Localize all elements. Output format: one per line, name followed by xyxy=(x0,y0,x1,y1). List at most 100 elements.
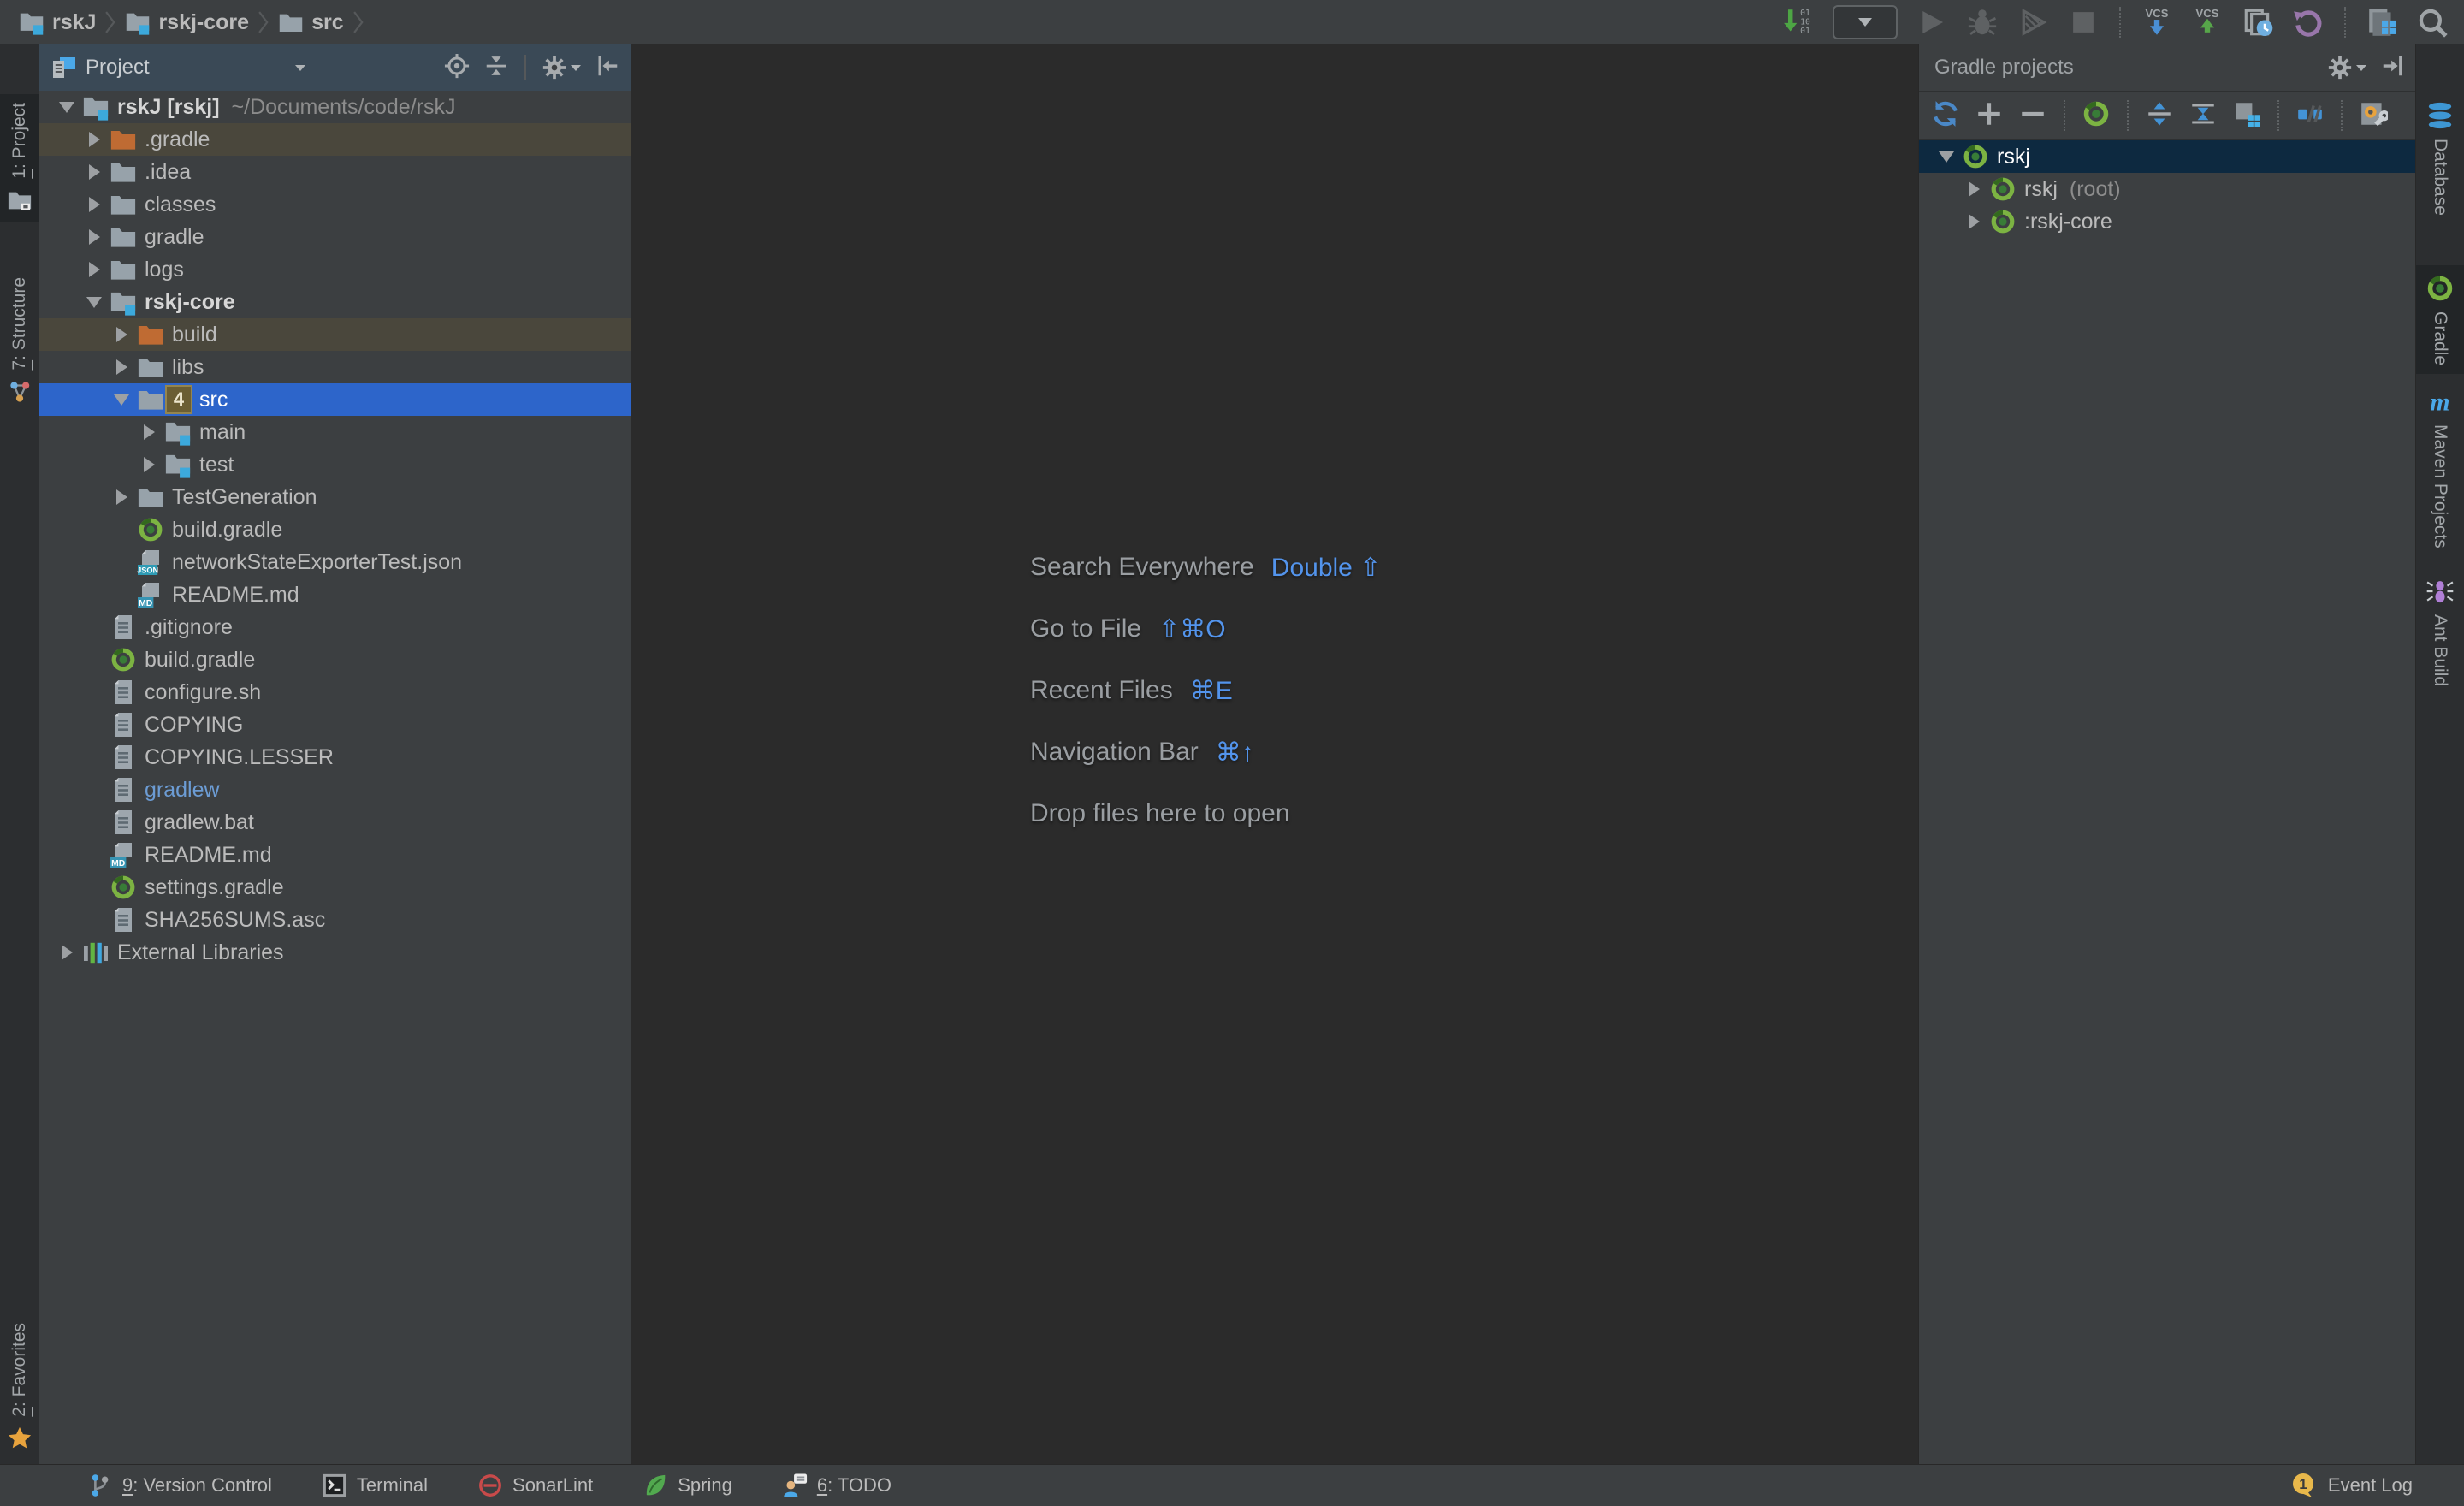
tree-row[interactable]: MD README.md xyxy=(39,839,631,871)
tool-stripe-tab-structure[interactable]: 7: Structure xyxy=(0,269,39,413)
event-log-button[interactable]: 1 Event Log xyxy=(2290,1472,2413,1499)
tree-row[interactable]: libs xyxy=(39,351,631,383)
tree-row[interactable]: .idea xyxy=(39,156,631,188)
gradle-icon xyxy=(2426,274,2455,303)
tree-row[interactable]: .gradle xyxy=(39,123,631,156)
tree-row[interactable]: COPYING.LESSER xyxy=(39,741,631,774)
gradle-button[interactable] xyxy=(2082,99,2111,133)
tool-stripe-tab-project[interactable]: 1: Project xyxy=(0,94,39,222)
statusbar-item-sonarlint[interactable]: SonarLint xyxy=(477,1473,593,1498)
statusbar-item-versioncontrol[interactable]: 9: Version Control xyxy=(87,1473,272,1498)
statusbar-item-spring[interactable]: Spring xyxy=(643,1473,732,1498)
tree-row[interactable]: classes xyxy=(39,188,631,221)
tree-row[interactable]: settings.gradle xyxy=(39,871,631,904)
expand-toggle-icon[interactable] xyxy=(80,132,108,147)
tree-row[interactable]: 4 src xyxy=(39,383,631,416)
build-tool-settings-button[interactable] xyxy=(2359,99,2388,133)
tool-stripe-tab-antbuild[interactable]: Ant Build xyxy=(2416,568,2464,695)
tree-row[interactable]: External Libraries xyxy=(39,936,631,969)
locate-button[interactable] xyxy=(444,53,470,83)
tree-row[interactable]: JSON networkStateExporterTest.json xyxy=(39,546,631,578)
synchronize-button[interactable]: 011001 xyxy=(1782,6,1815,39)
tree-row[interactable]: test xyxy=(39,448,631,481)
expand-toggle-icon[interactable] xyxy=(135,424,163,440)
expand-toggle-icon[interactable] xyxy=(80,197,108,212)
expand-all-button[interactable] xyxy=(2145,99,2174,133)
vcs-commit-button[interactable]: VCS xyxy=(2191,6,2224,39)
tool-stripe-tab-mavenprojects[interactable]: m Maven Projects xyxy=(2416,378,2464,557)
expand-toggle-icon[interactable] xyxy=(108,489,135,505)
remove-button[interactable] xyxy=(2018,99,2047,133)
collapse-toggle-icon[interactable] xyxy=(80,297,108,308)
tool-stripe-tab-favorites[interactable]: 2: Favorites xyxy=(0,1314,39,1460)
collapse-toggle-icon[interactable] xyxy=(108,394,135,406)
tree-row[interactable]: logs xyxy=(39,253,631,286)
tree-row[interactable]: TestGeneration xyxy=(39,481,631,513)
editor-area[interactable]: Search Everywhere Double ⇧ Go to File ⇧⌘… xyxy=(631,44,1919,1465)
tree-row[interactable]: SHA256SUMS.asc xyxy=(39,904,631,936)
vcs-update-button[interactable]: VCS xyxy=(2141,6,2173,39)
row-label: build xyxy=(172,323,217,347)
tool-stripe-label: 2: Favorites xyxy=(9,1323,30,1417)
tree-row[interactable]: build xyxy=(39,318,631,351)
chevron-down-icon[interactable] xyxy=(295,65,305,71)
rollback-button[interactable] xyxy=(2292,6,2325,39)
expand-toggle-icon[interactable] xyxy=(53,945,80,960)
settings-gear-button[interactable] xyxy=(2327,55,2366,80)
expand-toggle-icon[interactable] xyxy=(1960,214,1987,229)
tree-row[interactable]: .gitignore xyxy=(39,611,631,643)
breadcrumb-item-rskJ[interactable]: rskJ xyxy=(19,9,96,35)
tree-row[interactable]: gradlew xyxy=(39,774,631,806)
run-config-selector[interactable] xyxy=(1833,5,1898,39)
offline-button[interactable] xyxy=(2295,99,2325,133)
chevron-right-icon xyxy=(352,9,364,35)
row-label: gradle xyxy=(145,225,204,250)
expand-toggle-icon[interactable] xyxy=(80,262,108,277)
breadcrumb-item-src[interactable]: src xyxy=(278,9,344,35)
tree-row[interactable]: MD README.md xyxy=(39,578,631,611)
expand-toggle-icon[interactable] xyxy=(108,327,135,342)
hide-left-button[interactable] xyxy=(595,53,620,83)
expand-toggle-icon[interactable] xyxy=(80,164,108,180)
project-structure-button[interactable] xyxy=(2366,6,2398,39)
expand-toggle-icon[interactable] xyxy=(108,359,135,375)
settings-gear-button[interactable] xyxy=(542,55,581,80)
collapse-all-blue-button[interactable] xyxy=(2189,99,2218,133)
tree-row[interactable]: gradle xyxy=(39,221,631,253)
tree-row[interactable]: build.gradle xyxy=(39,643,631,676)
add-button[interactable] xyxy=(1975,99,2004,133)
tree-row[interactable]: :rskj-core xyxy=(1919,205,2416,238)
tree-row[interactable]: rskj(root) xyxy=(1919,173,2416,205)
expand-toggle-icon[interactable] xyxy=(80,229,108,245)
hide-right-button[interactable] xyxy=(2380,53,2406,83)
tool-stripe-tab-database[interactable]: Database xyxy=(2416,92,2464,224)
file-gradle-icon xyxy=(1989,175,2017,203)
tree-row[interactable]: configure.sh xyxy=(39,676,631,709)
collapse-all-gray-button[interactable] xyxy=(483,53,509,83)
search-everywhere-button[interactable] xyxy=(2416,6,2449,39)
toolbar-separator xyxy=(2341,100,2343,131)
tree-row[interactable]: rskj xyxy=(1919,140,2416,173)
row-label: :rskj-core xyxy=(2024,210,2112,234)
tree-row[interactable]: rskJ [rskj]~/Documents/code/rskJ xyxy=(39,91,631,123)
toolbar-separator xyxy=(2064,100,2065,131)
breadcrumb-item-rskj-core[interactable]: rskj-core xyxy=(125,9,249,35)
tree-row[interactable]: gradlew.bat xyxy=(39,806,631,839)
statusbar-item-terminal[interactable]: Terminal xyxy=(322,1473,428,1498)
svg-text:m: m xyxy=(2430,388,2449,416)
collapse-toggle-icon[interactable] xyxy=(1933,151,1960,163)
collapse-toggle-icon[interactable] xyxy=(53,102,80,113)
expand-toggle-icon[interactable] xyxy=(1960,181,1987,197)
row-label: main xyxy=(199,420,246,445)
expand-toggle-icon[interactable] xyxy=(135,457,163,472)
refresh-button[interactable] xyxy=(1931,99,1960,133)
tree-row[interactable]: main xyxy=(39,416,631,448)
group-modules-button[interactable] xyxy=(2232,99,2261,133)
tree-row[interactable]: rskj-core xyxy=(39,286,631,318)
recent-changes-button[interactable] xyxy=(2242,6,2274,39)
tree-row[interactable]: COPYING xyxy=(39,709,631,741)
statusbar-item-todo[interactable]: 6: TODO xyxy=(782,1473,891,1498)
tool-stripe-tab-gradle[interactable]: Gradle xyxy=(2416,265,2464,374)
tree-row[interactable]: build.gradle xyxy=(39,513,631,546)
event-log-label: Event Log xyxy=(2328,1474,2413,1497)
